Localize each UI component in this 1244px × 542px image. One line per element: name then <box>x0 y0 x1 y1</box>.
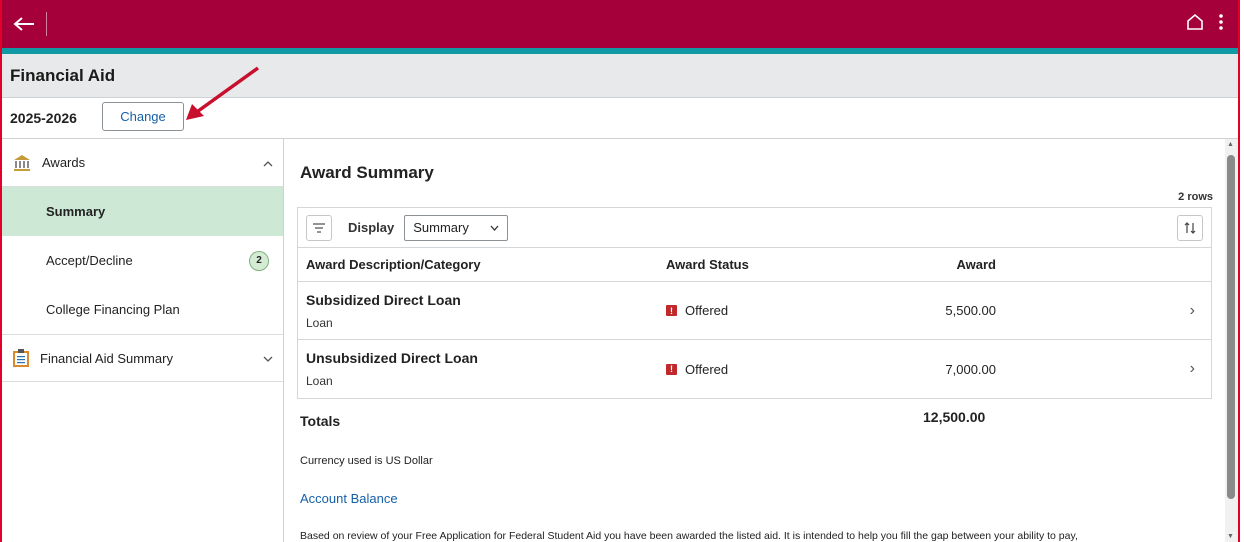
top-bar <box>2 0 1238 48</box>
warning-icon: ! <box>666 305 677 316</box>
row-count: 2 rows <box>1178 191 1213 203</box>
column-header[interactable]: Award Status <box>666 257 846 272</box>
award-description: Subsidized Direct Loan <box>306 291 461 308</box>
filter-button[interactable] <box>306 214 332 241</box>
scroll-down-icon[interactable]: ▼ <box>1227 533 1234 540</box>
top-bar-actions <box>1186 13 1238 36</box>
chevron-down-icon <box>263 351 273 365</box>
column-header[interactable]: Award Description/Category <box>298 257 666 272</box>
sidebar-item-label: Accept/Decline <box>46 253 133 268</box>
award-amount: 5,500.00 <box>945 303 996 318</box>
table-header: Award Description/Category Award Status … <box>298 248 1211 282</box>
sidebar: Awards Summary Accept/Decline 2 College … <box>2 139 284 542</box>
account-balance-link[interactable]: Account Balance <box>300 491 398 506</box>
sidebar-group-label: Awards <box>42 155 86 170</box>
scroll-thumb[interactable] <box>1227 155 1235 499</box>
display-label: Display <box>348 220 395 235</box>
sidebar-group-label: Financial Aid Summary <box>40 350 173 366</box>
sort-icon <box>1184 221 1196 234</box>
chevron-right-icon: › <box>1189 360 1195 377</box>
chevron-right-icon: › <box>1189 301 1195 319</box>
warning-icon: ! <box>666 363 677 375</box>
change-year-button[interactable]: Change <box>102 102 184 131</box>
more-vertical-icon <box>1219 13 1223 30</box>
row-action: › <box>996 302 1211 320</box>
back-button[interactable] <box>2 0 46 48</box>
award-disclaimer: Based on review of your Free Application… <box>300 530 1078 542</box>
totals-value: 12,500.00 <box>923 409 986 425</box>
sidebar-group-financial-aid-summary[interactable]: Financial Aid Summary <box>2 334 283 382</box>
back-arrow-icon <box>13 17 34 31</box>
sort-button[interactable] <box>1177 214 1203 241</box>
grid-toolbar: Display Summary <box>298 208 1211 248</box>
sidebar-item-label: College Financing Plan <box>46 302 180 317</box>
sidebar-item-label: Summary <box>46 204 106 219</box>
award-status-cell: ! Offered <box>666 303 846 318</box>
bank-icon <box>14 154 30 171</box>
annotation-arrow-icon <box>186 66 260 120</box>
sidebar-item-summary[interactable]: Summary <box>2 187 283 236</box>
row-action: › <box>996 360 1211 378</box>
filter-icon <box>313 222 325 233</box>
currency-note: Currency used is US Dollar <box>300 455 433 467</box>
award-description-cell: Subsidized Direct Loan Loan <box>298 292 666 330</box>
totals-label: Totals <box>300 413 341 429</box>
aid-year: 2025-2026 <box>10 110 77 126</box>
section-title: Award Summary <box>300 163 434 182</box>
award-grid: Display Summary Award Description/Catego… <box>297 207 1212 399</box>
table-row[interactable]: Unsubsidized Direct Loan Loan ! Offered … <box>298 340 1211 398</box>
table-row[interactable]: Subsidized Direct Loan Loan ! Offered 5,… <box>298 282 1211 340</box>
sidebar-item-college-financing-plan[interactable]: College Financing Plan <box>2 285 283 334</box>
chevron-down-icon <box>490 225 499 231</box>
award-amount: 7,000.00 <box>945 361 996 377</box>
app-frame: Financial Aid 2025-2026 Change Awards Su… <box>0 0 1240 542</box>
chevron-up-icon <box>263 156 273 170</box>
award-status-cell: ! Offered <box>666 362 846 377</box>
award-description: Unsubsidized Direct Loan <box>306 350 478 366</box>
scroll-up-icon[interactable]: ▲ <box>1227 141 1234 148</box>
toolbar-divider <box>46 12 47 36</box>
award-category: Loan <box>306 315 333 330</box>
main-content: Award Summary 2 rows Display Summary Awa… <box>285 139 1225 542</box>
column-header[interactable]: Award <box>846 257 997 272</box>
home-icon <box>1187 13 1203 30</box>
sidebar-item-accept-decline[interactable]: Accept/Decline 2 <box>2 236 283 285</box>
vertical-scrollbar[interactable]: ▲ ▼ <box>1225 139 1238 542</box>
sidebar-group-awards[interactable]: Awards <box>2 139 283 187</box>
home-button[interactable] <box>1186 13 1204 36</box>
display-select-value: Summary <box>413 220 469 235</box>
clipboard-icon <box>13 349 29 367</box>
count-badge: 2 <box>249 250 269 271</box>
award-category: Loan <box>306 374 333 388</box>
award-description-cell: Unsubsidized Direct Loan Loan <box>298 350 666 388</box>
page-title: Financial Aid <box>10 66 116 85</box>
display-select[interactable]: Summary <box>404 214 509 241</box>
more-options-button[interactable] <box>1218 13 1224 36</box>
award-status: Offered <box>685 361 729 377</box>
award-status: Offered <box>685 303 729 318</box>
